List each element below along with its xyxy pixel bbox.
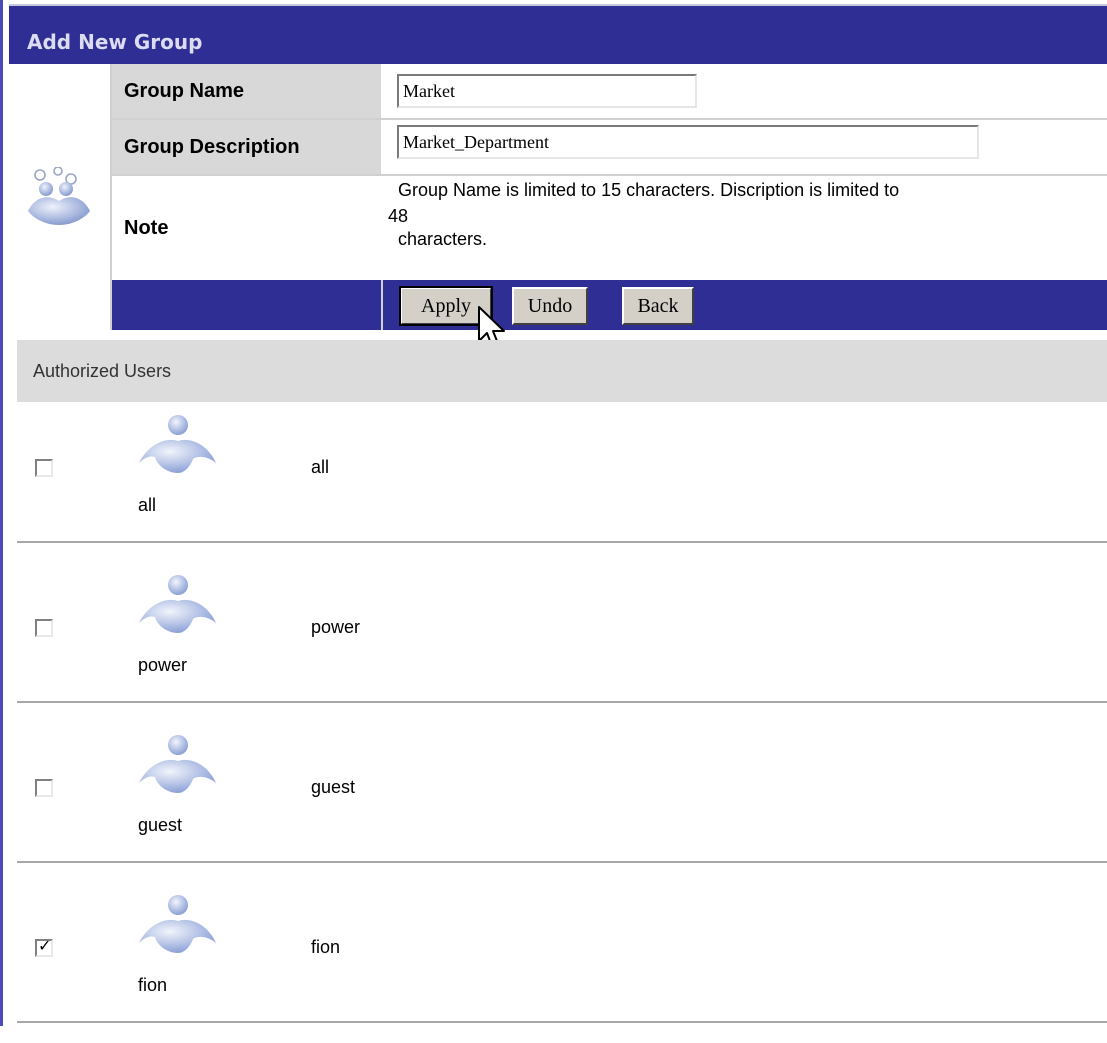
checkmark-icon: ✓ (38, 936, 52, 955)
button-bar-divider (381, 280, 383, 330)
user-checkbox-power[interactable] (35, 619, 53, 637)
row-separator (17, 541, 1107, 543)
apply-button[interactable]: Apply (399, 286, 493, 326)
user-row-guest: guest guest (17, 723, 1107, 883)
user-checkbox-all[interactable] (35, 459, 53, 477)
group-users-icon (28, 167, 90, 225)
group-name-input[interactable] (397, 74, 697, 108)
note-line: characters. (398, 229, 488, 249)
user-checkbox-fion[interactable]: ✓ (35, 936, 53, 957)
group-description-label: Group Description (112, 120, 381, 174)
row-separator (17, 1021, 1107, 1023)
group-icon-cell (9, 64, 112, 330)
user-icon (139, 575, 216, 633)
user-row-power: power power (17, 563, 1107, 723)
user-row-all: all all (17, 403, 1107, 563)
note-line: 48 (388, 206, 409, 226)
add-group-panel: Add New Group Group Name Market Group De… (9, 0, 1107, 1026)
group-name-cell (383, 64, 1107, 118)
row-separator (17, 861, 1107, 863)
user-row-fion: ✓ fion fion (17, 883, 1107, 1043)
note-cell: Group Name is limited to 15 characters. … (383, 176, 1107, 280)
user-checkbox-guest[interactable] (35, 779, 53, 797)
user-name: fion (311, 937, 341, 957)
user-icon-caption: fion (138, 975, 168, 995)
note-line: Group Name is limited to 15 characters. … (398, 180, 900, 200)
group-name-label: Group Name (112, 64, 381, 118)
left-border (0, 0, 3, 1026)
user-icon-caption: guest (138, 815, 183, 835)
user-icon (139, 415, 216, 473)
user-name: guest (311, 777, 356, 797)
user-name: all (311, 457, 330, 477)
panel-header: Add New Group (9, 4, 1107, 64)
user-icon-caption: power (138, 655, 188, 675)
group-description-input[interactable] (397, 125, 979, 159)
button-bar: Apply Undo Back (112, 280, 1107, 330)
page-title: Add New Group (27, 30, 203, 54)
row-separator (17, 701, 1107, 703)
undo-button[interactable]: Undo (512, 287, 588, 325)
user-icon (139, 895, 216, 953)
user-icon-caption: all (138, 495, 157, 515)
note-label: Note (112, 176, 381, 280)
group-description-cell (383, 120, 1107, 174)
user-icon (139, 735, 216, 793)
back-button[interactable]: Back (622, 287, 694, 325)
group-form: Group Name Group Description Note Group … (9, 64, 1107, 330)
note-text: Group Name is limited to 15 characters. … (388, 176, 1106, 251)
authorized-users-header: Authorized Users (17, 340, 1107, 402)
user-name: power (311, 617, 361, 637)
